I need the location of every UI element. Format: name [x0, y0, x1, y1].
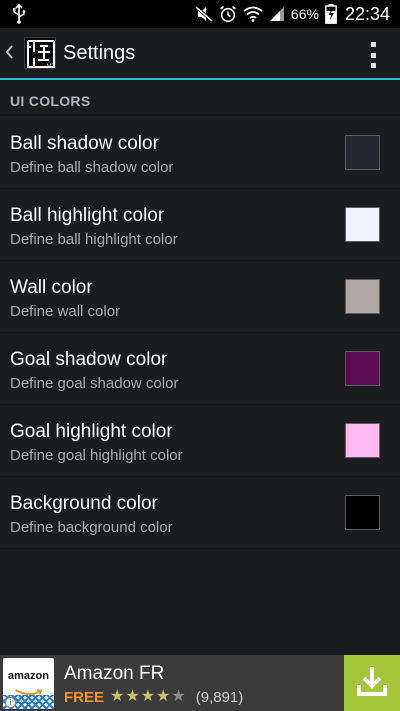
chevron-left-icon[interactable] — [4, 44, 14, 65]
pref-title: Ball shadow color — [10, 133, 159, 154]
overflow-menu-icon[interactable] — [368, 42, 378, 68]
pref-summary: Define goal highlight color — [10, 447, 183, 464]
color-swatch[interactable] — [345, 279, 380, 314]
pref-title: Ball highlight color — [10, 205, 165, 226]
category-title: UI COLORS — [10, 93, 91, 109]
star-filled-icon: ★ — [140, 688, 156, 705]
install-button[interactable] — [344, 655, 400, 711]
pref-title: Goal shadow color — [10, 349, 168, 370]
star-filled-icon: ★ — [125, 688, 140, 705]
pref-goal-highlight-color[interactable]: Goal highlight color Define goal highlig… — [0, 405, 400, 477]
alarm-icon — [219, 5, 237, 23]
action-bar-divider — [0, 78, 400, 80]
page-title: Settings — [63, 42, 136, 64]
signal-icon — [269, 6, 285, 22]
mute-icon — [194, 6, 213, 22]
wifi-icon — [243, 6, 263, 22]
ad-price: FREE — [64, 688, 105, 706]
download-icon — [354, 663, 390, 704]
color-swatch[interactable] — [345, 207, 380, 242]
status-bar: 66% 22:34 — [0, 0, 400, 28]
pref-summary: Define ball shadow color — [10, 159, 174, 176]
pref-wall-color[interactable]: Wall color Define wall color — [0, 261, 400, 333]
star-empty-icon: ★ — [171, 688, 186, 705]
logo-wordmark: amazon — [8, 670, 49, 682]
status-clock: 22:34 — [344, 3, 390, 24]
color-swatch[interactable] — [345, 351, 380, 386]
ad-banner[interactable]: amazon i Amazon FR FREE ★ ★ ★ ★ ★ (9,891) — [0, 655, 400, 711]
color-swatch[interactable] — [345, 495, 380, 530]
info-icon[interactable]: i — [5, 697, 16, 708]
amazon-app-logo[interactable]: amazon i — [3, 658, 54, 709]
usb-icon — [12, 4, 26, 24]
pref-ball-highlight-color[interactable]: Ball highlight color Define ball highlig… — [0, 189, 400, 261]
battery-percent: 66% — [290, 6, 319, 22]
star-filled-icon: ★ — [156, 688, 171, 705]
battery-charging-icon — [325, 4, 337, 24]
pref-goal-shadow-color[interactable]: Goal shadow color Define goal shadow col… — [0, 333, 400, 405]
rating-count: (9,891) — [195, 688, 244, 706]
category-divider — [0, 114, 400, 116]
pref-background-color[interactable]: Background color Define background color — [0, 477, 400, 549]
pref-summary: Define background color — [10, 519, 173, 536]
pref-ball-shadow-color[interactable]: Ball shadow color Define ball shadow col… — [0, 117, 400, 189]
maze-app-icon[interactable]: V2 — [24, 37, 56, 70]
rating-stars: ★ ★ ★ ★ ★ — [110, 689, 186, 705]
color-swatch[interactable] — [345, 135, 380, 170]
ad-meta: FREE ★ ★ ★ ★ ★ (9,891) — [64, 688, 243, 706]
preference-list: Ball shadow color Define ball shadow col… — [0, 117, 400, 549]
color-swatch[interactable] — [345, 423, 380, 458]
category-header: UI COLORS — [0, 84, 400, 116]
ad-app-name: Amazon FR — [64, 663, 165, 684]
svg-text:V2: V2 — [47, 63, 55, 70]
action-bar: V2 Settings — [0, 28, 400, 80]
pref-summary: Define ball highlight color — [10, 231, 178, 248]
star-filled-icon: ★ — [110, 688, 125, 705]
pref-title: Goal highlight color — [10, 421, 173, 442]
pref-summary: Define wall color — [10, 303, 121, 320]
pref-title: Background color — [10, 493, 158, 514]
pref-title: Wall color — [10, 277, 93, 298]
pref-summary: Define goal shadow color — [10, 375, 179, 392]
